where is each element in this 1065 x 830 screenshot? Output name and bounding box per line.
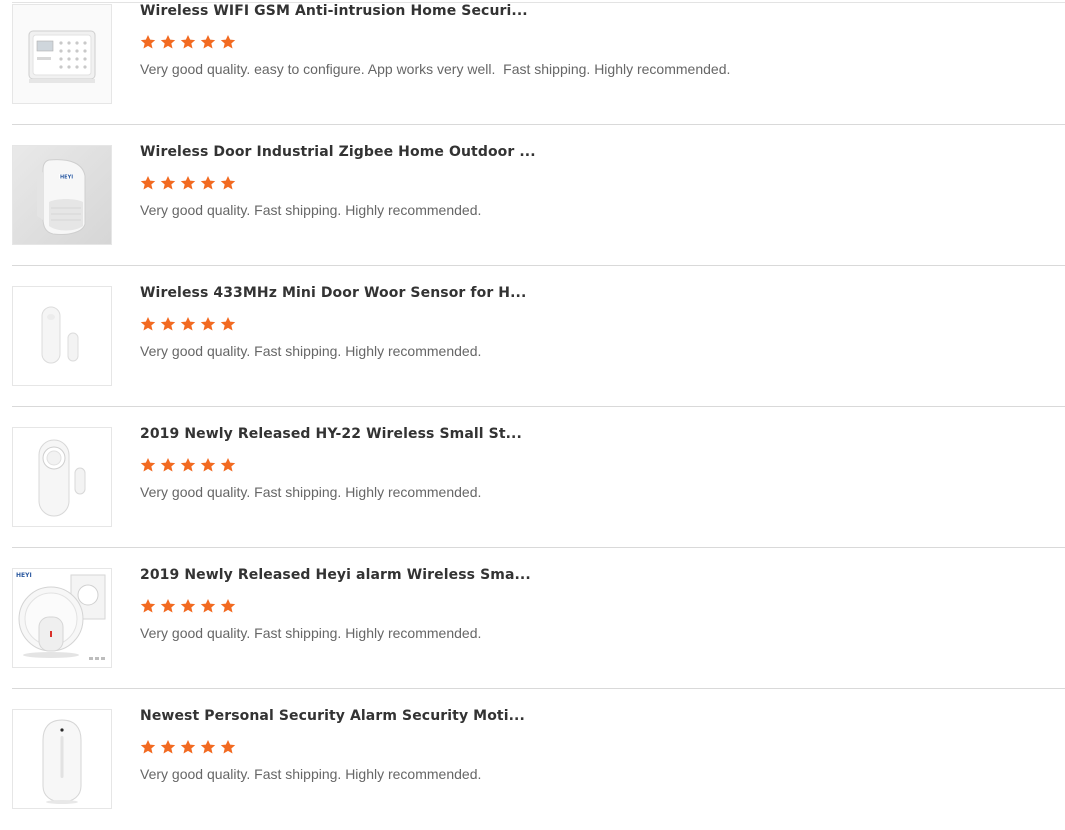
star-icon bbox=[140, 317, 156, 331]
star-icon bbox=[180, 317, 196, 331]
star-icon bbox=[160, 458, 176, 472]
star-icon bbox=[140, 35, 156, 49]
star-icon bbox=[140, 740, 156, 754]
review-item: Newest Personal Security Alarm Security … bbox=[12, 689, 1065, 830]
product-thumbnail[interactable] bbox=[12, 286, 112, 386]
product-title[interactable]: 2019 Newly Released Heyi alarm Wireless … bbox=[140, 567, 531, 583]
star-icon bbox=[160, 35, 176, 49]
star-icon bbox=[180, 599, 196, 613]
review-item: HEYI 2019 Newly Released Heyi alarm Wire… bbox=[12, 548, 1065, 689]
alarm-panel-icon bbox=[13, 5, 111, 103]
review-text: Very good quality. Fast shipping. Highly… bbox=[140, 343, 482, 359]
product-title[interactable]: Wireless WIFI GSM Anti-intrusion Home Se… bbox=[140, 3, 528, 19]
star-icon bbox=[200, 176, 216, 190]
star-icon bbox=[200, 35, 216, 49]
star-rating bbox=[140, 316, 236, 332]
star-icon bbox=[220, 458, 236, 472]
star-icon bbox=[180, 458, 196, 472]
star-icon bbox=[200, 740, 216, 754]
star-icon bbox=[180, 35, 196, 49]
review-text: Very good quality. Fast shipping. Highly… bbox=[140, 202, 482, 218]
star-icon bbox=[140, 458, 156, 472]
star-icon bbox=[200, 458, 216, 472]
heyi-logo-mark: HEYI bbox=[60, 175, 73, 181]
review-item: Wireless 433MHz Mini Door Woor Sensor fo… bbox=[12, 266, 1065, 407]
heyi-logo-mark: HEYI bbox=[16, 572, 32, 579]
star-icon bbox=[160, 599, 176, 613]
star-icon bbox=[160, 740, 176, 754]
star-rating bbox=[140, 175, 236, 191]
review-text: Very good quality. easy to configure. Ap… bbox=[140, 61, 731, 77]
door-alarm-icon bbox=[13, 428, 111, 526]
review-item: HEYI Wireless Door Industrial Zigbee Hom… bbox=[12, 125, 1065, 266]
review-item: Wireless WIFI GSM Anti-intrusion Home Se… bbox=[12, 0, 1065, 125]
star-rating bbox=[140, 598, 236, 614]
star-rating bbox=[140, 34, 236, 50]
star-icon bbox=[220, 176, 236, 190]
star-icon bbox=[140, 599, 156, 613]
motion-detector-icon bbox=[13, 710, 111, 808]
star-icon bbox=[220, 740, 236, 754]
product-thumbnail[interactable] bbox=[12, 709, 112, 809]
product-thumbnail[interactable]: HEYI bbox=[12, 145, 112, 245]
product-title[interactable]: Wireless 433MHz Mini Door Woor Sensor fo… bbox=[140, 285, 526, 301]
review-text: Very good quality. Fast shipping. Highly… bbox=[140, 484, 482, 500]
star-icon bbox=[140, 176, 156, 190]
star-icon bbox=[220, 35, 236, 49]
product-thumbnail[interactable]: HEYI bbox=[12, 568, 112, 668]
star-icon bbox=[160, 317, 176, 331]
star-icon bbox=[200, 599, 216, 613]
product-title[interactable]: 2019 Newly Released HY-22 Wireless Small… bbox=[140, 426, 522, 442]
review-item: 2019 Newly Released HY-22 Wireless Small… bbox=[12, 407, 1065, 548]
product-thumbnail[interactable] bbox=[12, 4, 112, 104]
product-title[interactable]: Wireless Door Industrial Zigbee Home Out… bbox=[140, 144, 536, 160]
product-title[interactable]: Newest Personal Security Alarm Security … bbox=[140, 708, 525, 724]
star-rating bbox=[140, 739, 236, 755]
door-sensor-icon bbox=[13, 287, 111, 385]
review-text: Very good quality. Fast shipping. Highly… bbox=[140, 766, 482, 782]
star-icon bbox=[220, 317, 236, 331]
star-icon bbox=[160, 176, 176, 190]
motion-sensor-icon: HEYI bbox=[13, 146, 111, 244]
review-text: Very good quality. Fast shipping. Highly… bbox=[140, 625, 482, 641]
star-icon bbox=[220, 599, 236, 613]
product-thumbnail[interactable] bbox=[12, 427, 112, 527]
star-icon bbox=[200, 317, 216, 331]
round-alarm-icon: HEYI bbox=[13, 569, 111, 667]
star-icon bbox=[180, 176, 196, 190]
star-rating bbox=[140, 457, 236, 473]
star-icon bbox=[180, 740, 196, 754]
